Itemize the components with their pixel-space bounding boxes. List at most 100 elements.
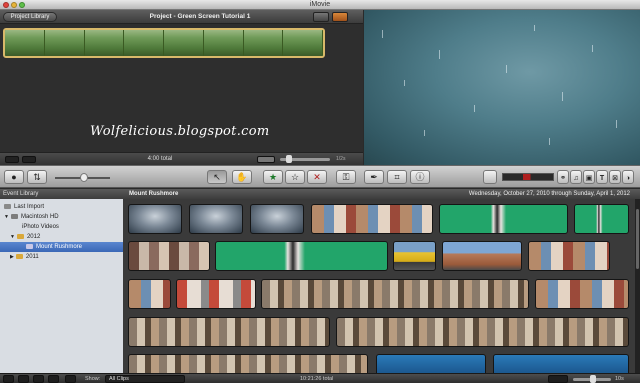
hand-tool-button[interactable]: ✋ <box>232 170 252 184</box>
select-arrow-icon: ↖ <box>213 172 221 182</box>
project-title: Project - Green Screen Tutorial 1 <box>149 13 251 20</box>
play-fullscreen-button[interactable] <box>5 156 19 163</box>
event-clip[interactable] <box>311 204 433 234</box>
event-clip[interactable] <box>439 204 568 234</box>
event-clip[interactable] <box>574 204 629 234</box>
event-clip[interactable] <box>215 241 388 271</box>
search-filter-button[interactable] <box>65 375 76 383</box>
event-library-item-label: Last Import <box>14 204 45 210</box>
filmstrip-frame <box>124 30 164 56</box>
filmstrip-frame <box>5 30 45 56</box>
rain-streak <box>382 30 383 38</box>
hand-tool-icon: ✋ <box>236 172 248 182</box>
photo-browser-button[interactable]: ▣ <box>583 170 595 184</box>
event-library-item-label: iPhoto Videos <box>22 224 59 230</box>
rain-streak <box>404 80 405 86</box>
camera-icon: ● <box>11 172 17 182</box>
inspector-button[interactable]: ⓘ <box>410 170 430 184</box>
keyword-button[interactable]: ⚿ <box>336 170 356 184</box>
event-library-item-last-import[interactable]: Last Import <box>0 202 123 212</box>
event-clip[interactable] <box>336 317 629 347</box>
swap-panes-button[interactable]: ⇅ <box>27 170 47 184</box>
project-theme-button[interactable] <box>332 12 348 22</box>
filmstrip-frame <box>283 30 323 56</box>
unmark-star-icon: ☆ <box>290 172 300 182</box>
add-event-button[interactable] <box>3 375 14 383</box>
play-event-button[interactable] <box>33 375 44 383</box>
bottom-bar: Show: All Clips 10:21:26 total 10s <box>0 373 640 383</box>
event-clip[interactable] <box>493 354 629 373</box>
info-icon: ⓘ <box>415 172 425 182</box>
rain-streak <box>549 138 550 145</box>
music-note-icon: ♫ <box>573 175 579 182</box>
filmstrip-frame <box>243 30 284 56</box>
event-clip[interactable] <box>128 317 330 347</box>
play-project-button[interactable] <box>22 156 36 163</box>
project-clip-filmstrip[interactable] <box>3 28 325 58</box>
thumbnail-size-slider-knob[interactable] <box>590 375 596 383</box>
event-library-header: Event Library <box>0 189 123 199</box>
event-library-item-label: Mount Rushmore <box>36 244 83 250</box>
event-browser-clips <box>123 199 635 373</box>
show-clips-select[interactable]: All Clips <box>105 375 185 383</box>
event-clip[interactable] <box>250 204 304 234</box>
event-library-item-2012[interactable]: ▼ 2012 <box>0 232 123 242</box>
thumbnail-zoom-value: 10s <box>615 376 624 382</box>
event-total-duration: 10:21:26 total <box>300 376 334 382</box>
event-date-range: Wednesday, October 27, 2010 through Sund… <box>468 191 630 197</box>
titles-browser-button[interactable]: T <box>596 170 608 184</box>
dropper-icon: ✒ <box>370 172 378 182</box>
project-zoom-menu-button[interactable] <box>257 156 275 163</box>
project-library-button[interactable]: Project Library <box>3 12 57 22</box>
event-clip[interactable] <box>176 279 256 309</box>
volume-slider-knob[interactable] <box>80 173 88 182</box>
project-footer: 4:00 total 1/2s <box>0 152 363 165</box>
event-library-item-mount-rushmore[interactable]: Mount Rushmore <box>0 242 123 252</box>
event-clip[interactable] <box>128 279 171 309</box>
event-clip[interactable] <box>189 204 243 234</box>
select-tool-button[interactable]: ↖ <box>207 170 227 184</box>
event-clip[interactable] <box>128 204 182 234</box>
maps-browser-button[interactable]: ◑ <box>622 170 634 184</box>
rain-streak <box>474 105 475 112</box>
swap-icon: ⇅ <box>33 172 41 182</box>
disclosure-triangle-open-icon: ▼ <box>10 234 15 240</box>
hard-drive-icon <box>10 213 18 219</box>
event-clip[interactable] <box>261 279 529 309</box>
crop-button[interactable]: ⌗ <box>387 170 407 184</box>
transitions-browser-button[interactable]: ⊠ <box>609 170 621 184</box>
event-clip[interactable] <box>442 241 522 271</box>
folder-icon <box>15 253 23 259</box>
thumbnail-zoom-menu[interactable] <box>548 375 568 383</box>
project-view-toggle-button[interactable] <box>313 12 329 22</box>
rain-streak <box>534 25 535 31</box>
event-browser-scrollbar[interactable] <box>635 199 640 373</box>
reject-button[interactable]: ✕ <box>307 170 327 184</box>
event-browser-header: Mount Rushmore Wednesday, October 27, 20… <box>123 189 640 199</box>
event-clip[interactable] <box>128 241 210 271</box>
event-clip[interactable] <box>535 279 629 309</box>
event-clip[interactable] <box>376 354 486 373</box>
title-text-icon: T <box>599 175 605 182</box>
play-fullscreen-event-button[interactable] <box>18 375 29 383</box>
event-library-item-iphoto-videos[interactable]: iPhoto Videos <box>0 222 123 232</box>
scrollbar-thumb[interactable] <box>636 209 639 269</box>
color-dropper-button[interactable]: ✒ <box>364 170 384 184</box>
audio-skimming-button[interactable] <box>483 170 497 184</box>
import-camera-button[interactable]: ● <box>4 170 24 184</box>
project-zoom-slider-knob[interactable] <box>286 155 292 163</box>
event-clip[interactable] <box>528 241 610 271</box>
event-library-list: Last Import ▼ Macintosh HD iPhoto Videos … <box>0 199 123 373</box>
music-browser-button[interactable]: ♫ <box>570 170 582 184</box>
transitions-icon: ⊠ <box>612 175 618 182</box>
play-selection-button[interactable] <box>48 375 59 383</box>
unmark-button[interactable]: ☆ <box>285 170 305 184</box>
event-library-item-2011[interactable]: ▶ 2011 <box>0 252 123 262</box>
mark-favorite-button[interactable]: ★ <box>263 170 283 184</box>
project-header: Project Library Project - Green Screen T… <box>0 10 363 24</box>
event-clip[interactable] <box>128 354 368 373</box>
event-clip[interactable] <box>393 241 436 271</box>
main-toolbar: ● ⇅ ↖ ✋ ★ ☆ ✕ ⚿ ✒ ⌗ ⓘ ⚭ ♫ ▣ T ⊠ ◑ <box>0 165 640 188</box>
event-library-item-macintosh-hd[interactable]: ▼ Macintosh HD <box>0 212 123 222</box>
voiceover-button[interactable]: ⚭ <box>557 170 569 184</box>
